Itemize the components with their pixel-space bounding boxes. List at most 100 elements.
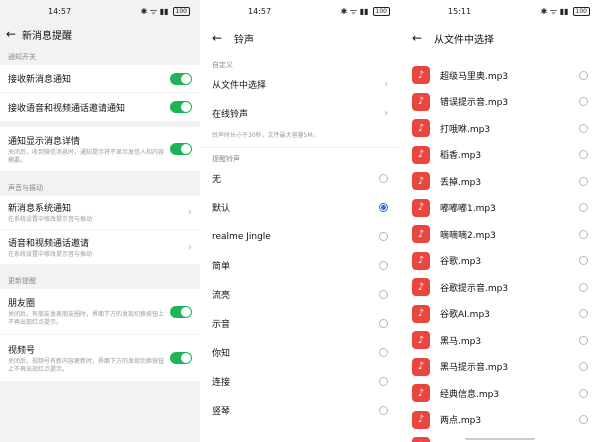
chevron-right-icon: ›	[188, 207, 192, 218]
file-row[interactable]: ♪ 谷歌AI.mp3	[400, 301, 600, 328]
radio-selected-icon[interactable]	[379, 203, 388, 212]
ringtone-list: 无默认 realme Jingle 简单流亮 示音 你知连接竖琴	[200, 164, 400, 425]
group-title-system: 提醒铃声	[212, 155, 240, 163]
radio-icon[interactable]	[579, 415, 588, 425]
back-arrow-icon[interactable]: ←	[412, 31, 434, 45]
radio-icon[interactable]	[579, 123, 588, 133]
ringtone-row[interactable]: 流亮	[200, 280, 400, 309]
toggle-switch[interactable]	[170, 352, 192, 364]
ringtone-row[interactable]: 你知	[200, 338, 400, 367]
radio-icon[interactable]	[379, 319, 388, 328]
ringtone-label: 竖琴	[212, 407, 231, 417]
choose-from-file-row[interactable]: 从文件中选择 ›	[200, 70, 400, 99]
radio-icon[interactable]	[579, 282, 588, 292]
file-row[interactable]: ♪ 稻香.mp3	[400, 142, 600, 169]
toggle-row-show-details[interactable]: 通知显示消息详情 关闭后，收到微信消息时，通知提示将不显示发信人和内容摘要。	[0, 127, 200, 171]
toggle-row-receive-messages[interactable]: 接收新消息通知	[0, 65, 200, 93]
file-row[interactable]: ♪ 超级马里奥.mp3	[400, 62, 600, 89]
file-row[interactable]: ♪ 两点.mp3	[400, 407, 600, 434]
chevron-right-icon: ›	[384, 108, 388, 119]
radio-icon[interactable]	[579, 309, 588, 319]
radio-icon[interactable]	[379, 377, 388, 386]
radio-icon[interactable]	[579, 203, 588, 213]
toggle-row-channels[interactable]: 视频号 关闭后，视频号有新内容更新时，界面下方的发现切换按钮上不再出现红点提示。	[0, 335, 200, 381]
sound-card: 新消息系统通知 在系统设置中修改提示音与振动 › 语音和视频通话邀请 在系统设置…	[0, 196, 200, 264]
radio-icon[interactable]	[379, 261, 388, 270]
radio-icon[interactable]	[579, 70, 588, 80]
toggle-switch[interactable]	[170, 143, 192, 155]
music-note-icon: ♪	[412, 357, 430, 376]
ringtone-row[interactable]: 示音	[200, 309, 400, 338]
ringtone-row[interactable]: 竖琴	[200, 396, 400, 425]
ringtone-row[interactable]: 连接	[200, 367, 400, 396]
detail-card: 通知显示消息详情 关闭后，收到微信消息时，通知提示将不显示发信人和内容摘要。	[0, 127, 200, 171]
ringtone-label: 简单	[212, 262, 231, 272]
signal-icons: ✱ ᯤ ▮▮	[540, 6, 569, 16]
ringtone-row[interactable]: 无	[200, 164, 400, 193]
file-name: 谷歌提示音.mp3	[440, 283, 509, 294]
radio-icon[interactable]	[579, 362, 588, 372]
radio-icon[interactable]	[379, 174, 388, 183]
page-header: ← 新消息提醒	[0, 22, 200, 46]
ringtone-row[interactable]: 简单	[200, 251, 400, 280]
radio-icon[interactable]	[579, 150, 588, 160]
file-row[interactable]: ♪ 错误提示音.mp3	[400, 89, 600, 116]
music-note-icon: ♪	[412, 145, 430, 164]
radio-icon[interactable]	[579, 256, 588, 266]
radio-icon[interactable]	[579, 176, 588, 186]
toggle-switch[interactable]	[170, 101, 192, 113]
radio-icon[interactable]	[379, 290, 388, 299]
file-name: 错误提示音.mp3	[440, 98, 509, 109]
file-row[interactable]: ♪ 黑马.mp3	[400, 327, 600, 354]
back-arrow-icon[interactable]: ←	[6, 27, 22, 41]
toggle-row-call-invites[interactable]: 接收语音和视频通话邀请通知	[0, 93, 200, 121]
file-list: ♪ 超级马里奥.mp3 ♪ 错误提示音.mp3 ♪ 打哦咻.mp3 ♪ 稻香.mp3 ♪ 丢掉.m…	[400, 62, 600, 442]
file-row[interactable]: ♪ 谷歌提示音.mp3	[400, 274, 600, 301]
file-row[interactable]: ♪ 丢掉.mp3	[400, 168, 600, 195]
toggle-switch[interactable]	[170, 305, 192, 318]
music-note-icon: ♪	[412, 225, 430, 244]
page-title: 从文件中选择	[434, 34, 494, 46]
file-row[interactable]: ♪ 嘀嘀嘀2.mp3	[400, 221, 600, 248]
back-arrow-icon[interactable]: ←	[212, 31, 234, 45]
ringtone-label: 默认	[212, 204, 231, 214]
row-description: 在系统设置中修改提示音与振动	[8, 216, 93, 224]
file-row[interactable]: ♪ 黑马提示音.mp3	[400, 354, 600, 381]
radio-icon[interactable]	[579, 388, 588, 398]
radio-icon[interactable]	[379, 232, 388, 241]
file-row[interactable]: ♪ 嘟嘟嘟1.mp3	[400, 195, 600, 222]
toggle-row-moments[interactable]: 朋友圈 关闭后，有朋友发表朋友圈时，界面下方的发现切换按钮上不再出现红点提示。	[0, 289, 200, 335]
row-label: 在线铃声	[212, 110, 249, 120]
music-note-icon: ♪	[412, 384, 430, 403]
radio-icon[interactable]	[579, 97, 588, 107]
ringtone-row[interactable]: realme Jingle	[200, 222, 400, 251]
row-label: 语音和视频通话邀请	[8, 238, 90, 249]
file-row[interactable]: ♪ 谷歌.mp3	[400, 248, 600, 275]
ringtone-label: realme Jingle	[212, 231, 271, 242]
radio-icon[interactable]	[579, 335, 588, 345]
toggle-label: 视频号	[8, 345, 36, 356]
toggle-label: 朋友圈	[8, 299, 36, 310]
page-header: ← 从文件中选择	[400, 22, 600, 54]
file-row[interactable]: ♪ 经典信息.mp3	[400, 380, 600, 407]
online-ringtone-row[interactable]: 在线铃声 ›	[200, 99, 400, 128]
sound-row-call-invite[interactable]: 语音和视频通话邀请 在系统设置中修改提示音与振动 ›	[0, 230, 200, 264]
radio-icon[interactable]	[579, 229, 588, 239]
music-note-icon: ♪	[412, 304, 430, 323]
ringtone-label: 连接	[212, 378, 231, 388]
group-title-custom: 自定义	[212, 61, 233, 69]
ringtone-note: 铃声时长小于30秒，文件最大容量5M。	[200, 128, 400, 148]
page-header: ← 铃声	[200, 22, 400, 54]
file-name: 丢掉.mp3	[440, 177, 482, 188]
radio-icon[interactable]	[379, 348, 388, 357]
toggle-switch[interactable]	[170, 72, 192, 85]
radio-icon[interactable]	[379, 406, 388, 415]
file-name: 谷歌AI.mp3	[440, 310, 490, 321]
file-row[interactable]: ♪ 打哦咻.mp3	[400, 115, 600, 142]
signal-icons: ✱ ᯤ ▮▮	[340, 6, 369, 16]
sound-row-new-message[interactable]: 新消息系统通知 在系统设置中修改提示音与振动 ›	[0, 196, 200, 230]
ringtone-row[interactable]: 默认	[200, 193, 400, 222]
music-note-icon: ♪	[412, 172, 430, 191]
row-label: 从文件中选择	[212, 81, 267, 91]
signal-icons: ✱ ᯤ ▮▮	[140, 6, 169, 16]
